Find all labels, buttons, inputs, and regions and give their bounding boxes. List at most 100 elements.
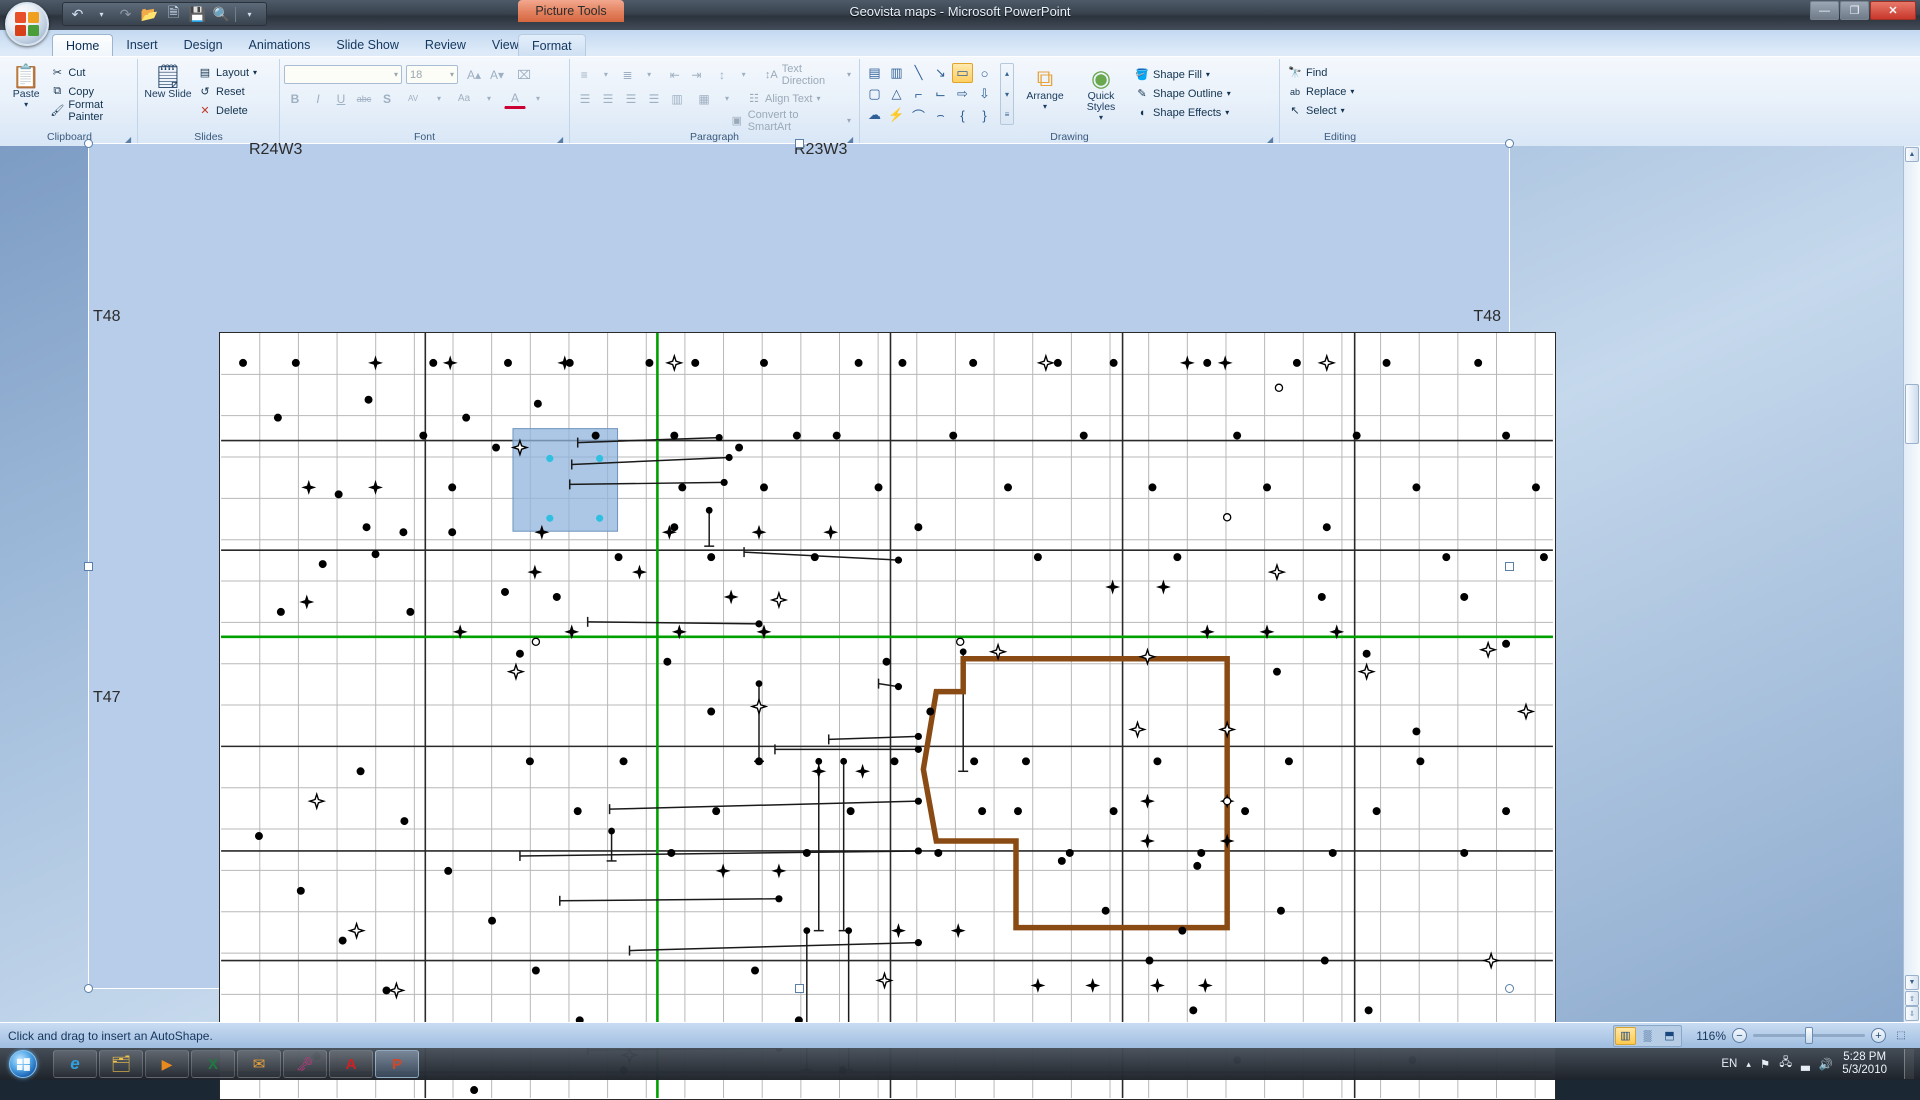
delete-slide-button[interactable]: ✕ Delete — [194, 102, 261, 119]
columns-icon[interactable]: ▥ — [666, 88, 688, 109]
tab-home[interactable]: Home — [52, 34, 114, 56]
arrange-dropdown-icon[interactable]: ▾ — [1043, 102, 1047, 111]
tab-animations[interactable]: Animations — [236, 34, 324, 56]
scroll-down-icon[interactable]: ▼ — [1905, 975, 1919, 990]
new-slide-button[interactable]: 🗒 New Slide — [142, 61, 194, 100]
arrange-button[interactable]: ⧉ Arrange ▾ — [1019, 63, 1071, 111]
zoom-slider-thumb[interactable] — [1805, 1027, 1813, 1044]
zoom-out-button[interactable]: − — [1732, 1028, 1747, 1043]
align-text-button[interactable]: ☷ Align Text ▾ — [743, 90, 825, 107]
taskbar-adobe-reader[interactable]: A — [329, 1050, 373, 1078]
font-size-input[interactable]: 18 ▾ — [406, 65, 458, 84]
bullets-icon[interactable]: ≡ — [574, 64, 595, 85]
copy-button[interactable]: ⧉ Copy — [46, 83, 133, 100]
previous-slide-icon[interactable]: ⇧ — [1905, 991, 1919, 1006]
quick-access-toolbar[interactable]: ↶ ▾ ↷ 📂 🗎 💾 🔍 ▾ — [62, 2, 267, 26]
layout-dropdown-icon[interactable]: ▾ — [253, 68, 257, 77]
shadow-icon[interactable]: S — [376, 88, 398, 109]
decrease-indent-icon[interactable]: ⇤ — [664, 64, 685, 85]
rectangle-shape[interactable]: ▭ — [952, 63, 973, 83]
zoom-in-button[interactable]: + — [1871, 1028, 1886, 1043]
rounded-rectangle-shape[interactable]: ▢ — [864, 84, 885, 104]
shapes-scroll-up-icon[interactable]: ▴ — [1001, 64, 1013, 83]
line-spacing-icon[interactable]: ↕ — [712, 64, 733, 85]
taskbar-media-player[interactable]: ▶ — [145, 1050, 189, 1078]
lightning-shape[interactable]: ⚡ — [886, 105, 907, 125]
next-slide-icon[interactable]: ⇩ — [1905, 1006, 1919, 1021]
start-button[interactable] — [0, 1049, 46, 1079]
taskbar-windows-explorer[interactable]: 🗂 — [99, 1050, 143, 1078]
volume-icon[interactable]: 🔊 — [1819, 1057, 1833, 1071]
shapes-gallery-scroll[interactable]: ▴ ▾ ≡ — [1000, 63, 1014, 125]
language-indicator[interactable]: EN — [1721, 1058, 1737, 1070]
taskbar-internet-explorer[interactable]: e — [53, 1050, 97, 1078]
zoom-slider[interactable] — [1753, 1027, 1865, 1044]
layout-button[interactable]: ▤ Layout ▾ — [194, 64, 261, 81]
shape-effects-button[interactable]: ◖ Shape Effects ▾ — [1131, 104, 1235, 121]
paste-dropdown-icon[interactable]: ▾ — [24, 100, 28, 109]
slide-show-view-button[interactable]: ⬒ — [1659, 1027, 1680, 1045]
shape-outline-button[interactable]: ✎ Shape Outline ▾ — [1131, 85, 1235, 102]
taskbar-powerpoint[interactable]: P — [375, 1050, 419, 1078]
right-arrow-shape[interactable]: ⇨ — [952, 84, 973, 104]
numbering-icon[interactable]: ≣ — [617, 64, 638, 85]
shapes-scroll-down-icon[interactable]: ▾ — [1001, 85, 1013, 104]
line-shape[interactable]: ╲ — [908, 63, 929, 83]
text-columns-icon[interactable]: ▦ — [693, 88, 715, 109]
elbow-arrow-connector-shape[interactable]: ⌙ — [930, 84, 951, 104]
align-left-icon[interactable]: ☰ — [574, 88, 596, 109]
taskbar-access[interactable]: 🗝 — [283, 1050, 327, 1078]
close-button[interactable]: ✕ — [1870, 1, 1916, 20]
bold-icon[interactable]: B — [284, 88, 306, 109]
redo-icon[interactable]: ↷ — [115, 4, 136, 24]
arc-shape[interactable]: ⌢ — [930, 105, 951, 125]
slide-workspace[interactable]: R24W3 R23W3 R24W3 R23W3 T48 T47 T48 T47 — [0, 139, 1920, 1100]
right-brace-shape[interactable]: } — [974, 105, 995, 125]
convert-to-smartart-button[interactable]: ▣ Convert to SmartArt ▾ — [726, 109, 855, 133]
tab-review[interactable]: Review — [412, 34, 479, 56]
restore-button[interactable]: ❐ — [1840, 1, 1869, 20]
signal-icon[interactable]: ▃ — [1801, 1057, 1810, 1071]
replace-button[interactable]: ab Replace ▾ — [1284, 83, 1358, 100]
show-desktop-button[interactable] — [1904, 1049, 1914, 1079]
increase-indent-icon[interactable]: ⇥ — [686, 64, 707, 85]
cloud-shape[interactable]: ☁ — [864, 105, 885, 125]
elbow-connector-shape[interactable]: ⌐ — [908, 84, 929, 104]
align-text-dropdown-icon[interactable]: ▾ — [817, 94, 821, 103]
format-painter-button[interactable]: 🖌 Format Painter — [46, 99, 133, 123]
shapes-more-icon[interactable]: ≡ — [1001, 105, 1013, 124]
save-icon[interactable]: 💾 — [187, 4, 208, 24]
font-size-dropdown-icon[interactable]: ▾ — [450, 70, 454, 79]
change-case-icon[interactable]: Aa — [451, 88, 477, 109]
new-icon[interactable]: 🗎 — [163, 4, 184, 24]
slide-canvas[interactable]: R24W3 R23W3 R24W3 R23W3 T48 T47 T48 T47 — [88, 141, 1556, 1100]
customize-qat-icon[interactable]: ▾ — [239, 4, 260, 24]
undo-icon[interactable]: ↶ — [67, 4, 88, 24]
tab-slide-show[interactable]: Slide Show — [323, 34, 412, 56]
clear-formatting-icon[interactable]: ⌧ — [513, 64, 535, 85]
strikethrough-icon[interactable]: abc — [353, 88, 375, 109]
select-dropdown-icon[interactable]: ▾ — [1341, 106, 1345, 115]
quick-styles-dropdown-icon[interactable]: ▾ — [1099, 113, 1103, 122]
paste-button[interactable]: 📋 Paste ▾ — [6, 61, 46, 109]
left-brace-shape[interactable]: { — [952, 105, 973, 125]
down-arrow-shape[interactable]: ⇩ — [974, 84, 995, 104]
show-hidden-icons-icon[interactable]: ▴ — [1746, 1059, 1751, 1070]
vertical-scrollbar[interactable]: ▲ ▼ ⇧ ⇩ — [1903, 146, 1920, 1022]
text-box-shape[interactable]: ▤ — [864, 63, 885, 83]
shape-outline-dropdown-icon[interactable]: ▾ — [1227, 89, 1231, 98]
tab-format[interactable]: Format — [518, 34, 586, 56]
action-center-flag-icon[interactable]: ⚑ — [1760, 1057, 1770, 1071]
shape-effects-dropdown-icon[interactable]: ▾ — [1225, 108, 1229, 117]
triangle-shape[interactable]: △ — [886, 84, 907, 104]
text-direction-dropdown-icon[interactable]: ▾ — [847, 70, 851, 79]
minimize-button[interactable]: — — [1810, 1, 1839, 20]
taskbar-excel[interactable]: X — [191, 1050, 235, 1078]
normal-view-button[interactable]: ▥ — [1615, 1026, 1636, 1045]
clock[interactable]: 5:28 PM 5/3/2010 — [1842, 1051, 1887, 1077]
shape-fill-button[interactable]: 🪣 Shape Fill ▾ — [1131, 66, 1235, 83]
replace-dropdown-icon[interactable]: ▾ — [1350, 87, 1354, 96]
select-button[interactable]: ↖ Select ▾ — [1284, 102, 1358, 119]
curve-shape[interactable]: ⌒ — [908, 105, 929, 125]
map-image[interactable] — [219, 332, 1556, 1100]
